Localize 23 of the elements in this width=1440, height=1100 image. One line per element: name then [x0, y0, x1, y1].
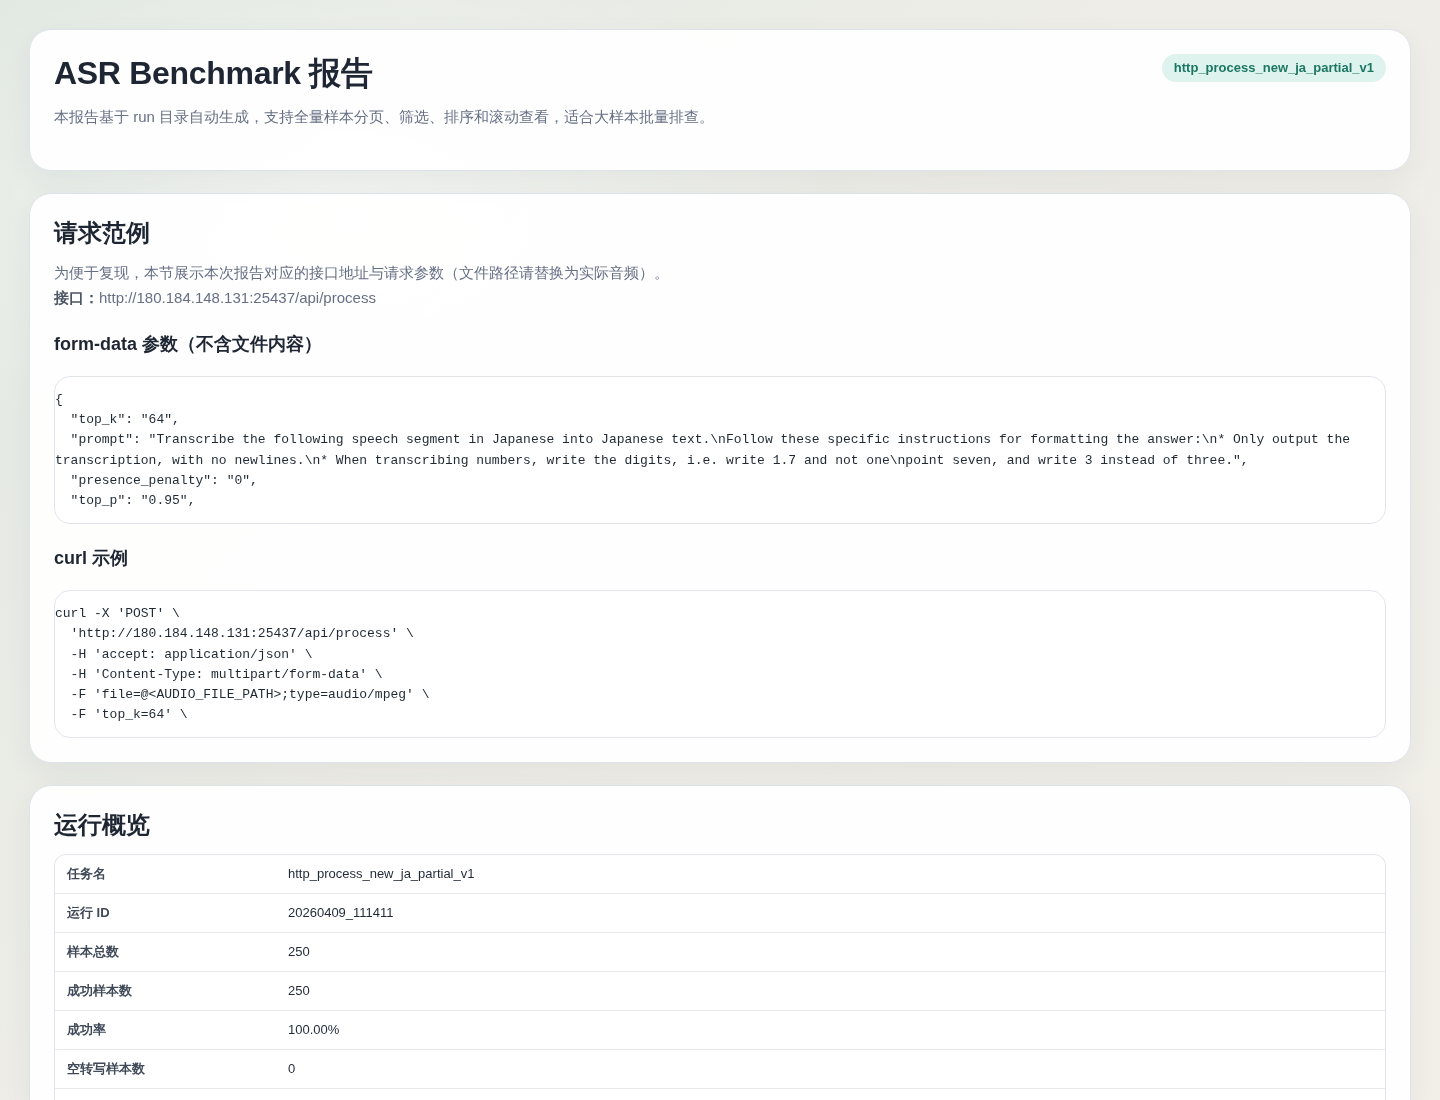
- row-header: 空转写样本数: [55, 1049, 275, 1089]
- row-header: 成功样本数: [55, 971, 275, 1011]
- table-cell: 250: [275, 971, 1385, 1011]
- run-tag: http_process_new_ja_partial_v1: [1161, 54, 1386, 82]
- table-cell: 0: [275, 1049, 1385, 1089]
- endpoint-text: 接口：http://180.184.148.131:25437/api/process: [54, 288, 377, 308]
- section-title: 请求范例: [54, 218, 151, 247]
- section-title: 运行概览: [54, 810, 151, 840]
- code-block: { "top_k": "64", "prompt": "Transcribe the following speech segment in Japanese into Japanese text.\nFollow these specific instructions for formatting the answer:\n* Only output the transcription, with no newlines.\n* When transcribing numbers, write the digits, i.e. write 1.7 and not one\npoint seven, and write 3 instead of three.", "presence_penalty": "0", "top_p": "0.95",: [54, 376, 1386, 525]
- page-description: 本报告基于 run 目录自动生成，支持全量样本分页、筛选、排序和滚动查看，适合大样本批量排查。: [54, 107, 715, 127]
- row-header: 样本总数: [55, 932, 275, 972]
- table-cell: 20260409_111411: [275, 893, 1385, 933]
- subsection-title: form-data 参数（不含文件内容）: [54, 333, 323, 355]
- row-header: 成功率: [55, 1010, 275, 1050]
- code-block: curl -X 'POST' \ 'http://180.184.148.131:25437/api/process' \ -H 'accept: application/json' \ -H 'Content-Type: multipart/form-data' \ -F 'file=@<AUDIO_FILE_PATH>;type=audio/mpeg' \ -F 'top_k=64' \: [54, 590, 1386, 739]
- subsection-title: curl 示例: [54, 547, 129, 570]
- page-title: ASR Benchmark 报告: [54, 54, 373, 92]
- row-header: 运行 ID: [55, 893, 275, 933]
- section-description: 为便于复现，本节展示本次报告对应的接口地址与请求参数（文件路径请替换为实际音频）。: [54, 263, 670, 283]
- table-cell: 100.00%: [275, 1010, 1385, 1050]
- table-cell: 250: [275, 932, 1385, 972]
- table-cell: http_process_new_ja_partial_v1: [275, 855, 1385, 894]
- row-header: 任务名: [55, 855, 275, 894]
